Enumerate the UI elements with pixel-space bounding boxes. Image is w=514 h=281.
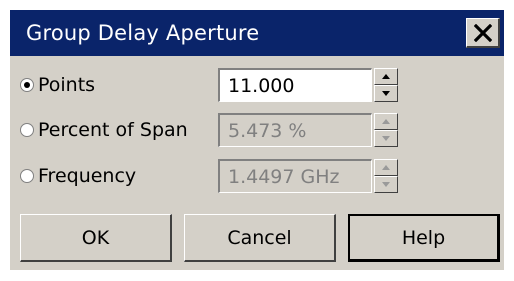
percent-spin-up-button[interactable] [374,113,398,130]
arrow-up-icon [382,165,390,170]
frequency-input[interactable]: 1.4497 GHz [218,159,372,193]
frequency-spin-up-button[interactable] [374,159,398,176]
percent-of-span-spinner[interactable] [374,113,398,147]
option-row-frequency: Frequency 1.4497 GHz [10,159,504,195]
radio-points[interactable] [20,78,34,92]
arrow-up-icon [382,74,390,79]
close-button[interactable] [466,18,500,48]
help-button[interactable]: Help [348,214,500,262]
points-spin-up-button[interactable] [374,68,398,85]
arrow-down-icon [382,136,390,141]
points-spin-down-button[interactable] [374,85,398,102]
title-bar[interactable]: Group Delay Aperture [10,10,504,56]
arrow-up-icon [382,119,390,124]
group-delay-aperture-dialog: Group Delay Aperture Points 11.000 Perce… [10,10,504,270]
cancel-button[interactable]: Cancel [184,214,336,262]
option-row-points: Points 11.000 [10,68,504,104]
frequency-spin-down-button[interactable] [374,176,398,193]
arrow-down-icon [382,91,390,96]
ok-button[interactable]: OK [20,214,172,262]
radio-frequency[interactable] [20,169,34,183]
radio-percent-of-span[interactable] [20,123,34,137]
percent-spin-down-button[interactable] [374,130,398,147]
frequency-spinner[interactable] [374,159,398,193]
option-row-percent-of-span: Percent of Span 5.473 % [10,113,504,149]
dialog-title: Group Delay Aperture [26,21,260,45]
points-spinner[interactable] [374,68,398,102]
percent-of-span-input[interactable]: 5.473 % [218,113,372,147]
points-label: Points [38,74,96,96]
points-input[interactable]: 11.000 [218,68,372,102]
percent-of-span-label: Percent of Span [38,119,188,141]
radio-selected-dot [24,82,30,88]
arrow-down-icon [382,182,390,187]
close-icon [473,23,492,42]
frequency-label: Frequency [38,165,137,187]
